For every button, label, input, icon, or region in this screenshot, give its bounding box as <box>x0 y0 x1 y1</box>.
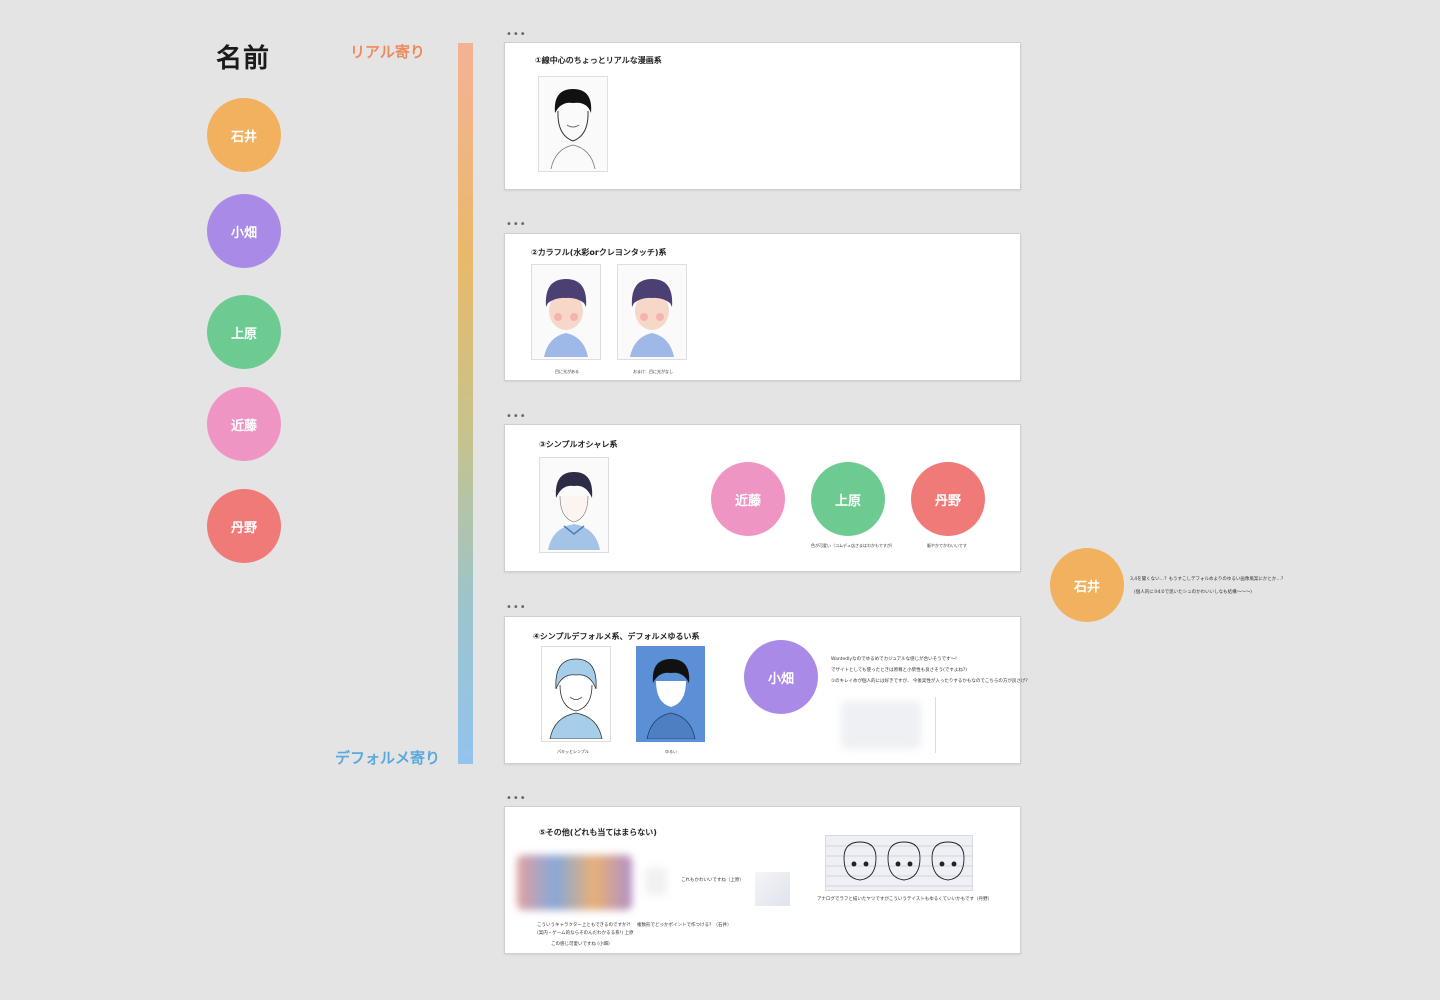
side-comment-line: 3,4を聞くない…？もうすこしデフォルめよりのゆるい画像風案にかとか…？ <box>1130 577 1286 582</box>
member-avatar-obata[interactable]: 小畑 <box>207 194 281 268</box>
loose-portrait-icon <box>646 659 695 739</box>
comment-line: ①のキレイめが個人的には好きですが、 今後実性が入ったりするかもなのでこちらの方… <box>831 679 1028 684</box>
image-caption: 目に光がある <box>555 369 579 374</box>
member-name: 石井 <box>1073 579 1100 595</box>
watercolor-image-1 <box>531 264 601 360</box>
card-style-3[interactable]: ③シンプルオシャレ系 近藤 上原 丹野 色が可愛い（コムデュ店さまはわかもですが… <box>504 424 1021 572</box>
member-name: 丹野 <box>230 520 257 536</box>
side-comment-avatar-ishii[interactable]: 石井 <box>1050 548 1124 622</box>
member-name: 近藤 <box>734 493 761 509</box>
page-title: 名前 <box>216 44 271 74</box>
comment-line: アナログでラフと描いたヤツですがこういうテイストもゆるくていいかもです（丹野） <box>817 897 992 902</box>
card-style-5[interactable]: ⑤その他(どれも当てはまらない) これもかわいいですね（上原） こういうキャラク… <box>504 806 1021 954</box>
card-menu-icon[interactable]: ••• <box>506 603 527 613</box>
image-caption: パキッとシンプル <box>557 749 589 754</box>
vote-avatar-obata[interactable]: 小畑 <box>744 640 818 714</box>
card-title: ⑤その他(どれも当てはまらない) <box>539 828 657 837</box>
watercolor-portrait-icon <box>630 279 674 357</box>
blurred-reference-image <box>841 701 921 749</box>
blurred-small-image <box>645 867 667 895</box>
vote-avatar-tanno[interactable]: 丹野 <box>911 462 985 536</box>
member-name: 小畑 <box>767 671 794 687</box>
analog-sketch-image <box>825 835 973 891</box>
comment-line: Wantedlyなのでゆるめでカジュアルな感じが合いそうです〜! <box>831 657 957 662</box>
scale-bottom-label: デフォルメ寄り <box>335 749 441 767</box>
card-menu-icon[interactable]: ••• <box>506 30 527 40</box>
vote-note: 賑やかでかわいいです <box>927 543 967 548</box>
card-menu-icon[interactable]: ••• <box>506 412 527 422</box>
card-style-4[interactable]: ④シンプルデフォルメ系、デフォルメゆるい系 パキッとシンプル ゆるい 小畑 Wa… <box>504 616 1028 764</box>
side-comment-line: (個人的に③4②で思いたシュのかわいいしなも結構〜〜〜) <box>1134 590 1252 595</box>
blurred-character-image <box>517 855 632 910</box>
scale-gradient-bar <box>458 43 473 764</box>
card-title: ①線中心のちょっとリアルな漫画系 <box>535 56 662 65</box>
watercolor-image-2 <box>617 264 687 360</box>
comment-line: これもかわいいですね（上原） <box>681 878 744 883</box>
comment-line: こういうキャラクター上ともできるのですか?! <box>537 923 631 928</box>
card-style-1[interactable]: ①線中心のちょっとリアルな漫画系 <box>504 42 1021 190</box>
vote-avatar-uehara[interactable]: 上原 <box>811 462 885 536</box>
comment-line: 複数形でどっかポイントで作つける？（石井） <box>637 923 732 928</box>
reference-thumbnail <box>755 872 790 906</box>
image-caption: ゆるい <box>665 749 677 754</box>
member-name: 丹野 <box>934 493 961 509</box>
scale-top-label: リアル寄り <box>350 43 425 61</box>
card-title: ④シンプルデフォルメ系、デフォルメゆるい系 <box>533 632 700 641</box>
comment-line: この感じ可愛いですね (小畑) <box>551 942 610 947</box>
comment-line: でザイトとしても使ったときは原尊と小柴性も良さそう(ですよね?) <box>831 668 968 673</box>
image-caption: おまけ：目に光がなし <box>633 369 673 374</box>
member-name: 上原 <box>230 326 257 342</box>
member-name: 上原 <box>834 493 861 509</box>
stylish-image <box>539 457 609 553</box>
simple-portrait-icon <box>549 658 603 739</box>
comment-line: (案内・ゲーム的ならそのんだわかるる系!) 上原 <box>537 931 634 936</box>
card-title: ②カラフル(水彩orクレヨンタッチ)系 <box>531 248 667 257</box>
card-title: ③シンプルオシャレ系 <box>539 440 618 449</box>
loose-deform-image <box>636 646 705 742</box>
member-avatar-kondo[interactable]: 近藤 <box>207 387 281 461</box>
card-menu-icon[interactable]: ••• <box>506 220 527 230</box>
line-portrait-icon <box>550 89 596 169</box>
simple-deform-image <box>541 646 611 742</box>
member-avatar-ishii[interactable]: 石井 <box>207 98 281 172</box>
member-name: 石井 <box>230 129 257 145</box>
member-avatar-uehara[interactable]: 上原 <box>207 295 281 369</box>
vote-note: 色が可愛い（コムデュ店さまはわかもですが） <box>811 543 895 548</box>
vote-avatar-kondo[interactable]: 近藤 <box>711 462 785 536</box>
divider <box>935 697 936 753</box>
sketch-faces-icon <box>826 841 972 887</box>
member-name: 小畑 <box>230 225 257 241</box>
watercolor-portrait-icon <box>544 279 588 357</box>
stylish-portrait-icon <box>548 472 600 550</box>
sketch-image <box>538 76 608 172</box>
card-style-2[interactable]: ②カラフル(水彩orクレヨンタッチ)系 目に光がある おまけ：目に光がなし <box>504 233 1021 381</box>
member-name: 近藤 <box>230 418 257 434</box>
card-menu-icon[interactable]: ••• <box>506 794 527 804</box>
member-avatar-tanno[interactable]: 丹野 <box>207 489 281 563</box>
